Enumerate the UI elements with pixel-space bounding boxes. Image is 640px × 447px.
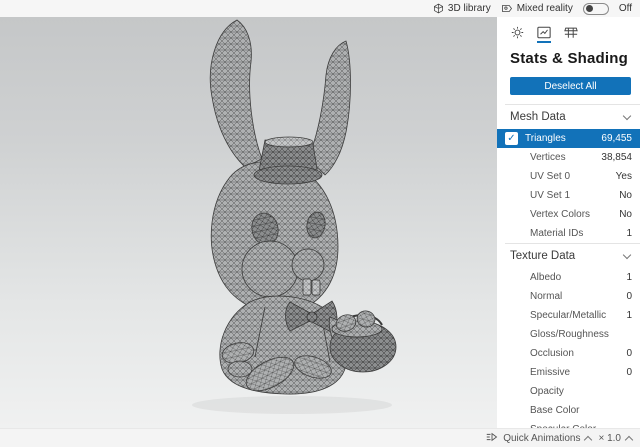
chevron-up-icon xyxy=(624,435,634,444)
wireframe-rabbit-model xyxy=(192,19,397,414)
animation-speed-label: × 1.0 xyxy=(598,432,621,444)
stat-row-albedo[interactable]: Albedo 1 xyxy=(497,268,640,287)
3d-library-label: 3D library xyxy=(447,3,491,14)
stat-row-vertex-colors[interactable]: Vertex Colors No xyxy=(497,205,640,224)
stat-row-specular-color[interactable]: Specular Color xyxy=(497,420,640,428)
stat-row-uv-set-1[interactable]: UV Set 1 No xyxy=(497,186,640,205)
stat-row-material-ids[interactable]: Material IDs 1 xyxy=(497,224,640,243)
bottom-toolbar: Quick Animations × 1.0 xyxy=(0,428,640,447)
hat-brim xyxy=(253,165,323,185)
checkmark-icon: ✓ xyxy=(507,132,516,144)
3d-library-button[interactable]: 3D library xyxy=(433,3,491,14)
rabbit-left-paw xyxy=(227,360,253,378)
top-toolbar: 3D library Mixed reality Off xyxy=(0,0,640,17)
texture-data-label: Texture Data xyxy=(510,250,576,262)
toggle-knob xyxy=(585,5,593,12)
3d-library-icon xyxy=(433,3,444,14)
mixed-reality-icon xyxy=(501,3,513,14)
mixed-reality-toggle[interactable] xyxy=(582,2,609,15)
panel-tab-bar xyxy=(497,17,640,43)
stat-row-triangles[interactable]: ✓ Triangles 69,455 xyxy=(497,129,640,148)
quick-animations-button[interactable]: Quick Animations xyxy=(486,432,593,445)
stats-icon[interactable] xyxy=(537,25,551,43)
rabbit-left-ear xyxy=(209,19,263,168)
mesh-data-section-header[interactable]: Mesh Data xyxy=(497,105,640,129)
stat-row-occlusion[interactable]: Occlusion 0 xyxy=(497,344,640,363)
stat-row-emissive[interactable]: Emissive 0 xyxy=(497,363,640,382)
stat-row-opacity[interactable]: Opacity xyxy=(497,382,640,401)
rabbit-teeth xyxy=(311,279,321,296)
stat-row-base-color[interactable]: Base Color xyxy=(497,401,640,420)
deselect-all-button[interactable]: Deselect All xyxy=(510,77,631,95)
rabbit-cheek-left xyxy=(241,240,299,298)
chevron-up-icon xyxy=(584,435,593,444)
stat-row-uv-set-0[interactable]: UV Set 0 Yes xyxy=(497,167,640,186)
mesh-data-label: Mesh Data xyxy=(510,111,566,123)
materials-grid-icon[interactable] xyxy=(564,25,578,39)
rabbit-cheek-right xyxy=(291,248,325,282)
toggle-state-label: Off xyxy=(618,3,632,14)
3d-viewer-window: 3D library Mixed reality Off Stats & Sha… xyxy=(0,0,640,447)
triangles-checkbox[interactable]: ✓ xyxy=(505,132,518,145)
stat-row-gloss-roughness[interactable]: Gloss/Roughness xyxy=(497,325,640,344)
mixed-reality-label: Mixed reality xyxy=(516,3,573,14)
mixed-reality-button[interactable]: Mixed reality xyxy=(501,3,573,14)
3d-viewport[interactable] xyxy=(0,17,497,428)
stats-shading-panel: Stats & Shading Deselect All Mesh Data ✓… xyxy=(497,17,640,428)
page-title: Stats & Shading xyxy=(510,50,629,67)
environment-shading-icon[interactable] xyxy=(510,25,524,39)
texture-data-section-header[interactable]: Texture Data xyxy=(497,244,640,268)
stat-row-normal[interactable]: Normal 0 xyxy=(497,287,640,306)
stat-row-vertices[interactable]: Vertices 38,854 xyxy=(497,148,640,167)
quick-animations-icon xyxy=(486,432,498,445)
bow-tie-knot xyxy=(306,311,318,323)
quick-animations-label: Quick Animations xyxy=(503,432,581,444)
animation-speed-button[interactable]: × 1.0 xyxy=(598,432,634,444)
hat-top xyxy=(264,136,314,148)
chevron-down-icon xyxy=(622,111,632,120)
ground-shadow xyxy=(192,396,392,414)
chevron-down-icon xyxy=(622,250,632,259)
rabbit-teeth xyxy=(302,278,312,296)
stat-row-specular-metallic[interactable]: Specular/Metallic 1 xyxy=(497,306,640,325)
